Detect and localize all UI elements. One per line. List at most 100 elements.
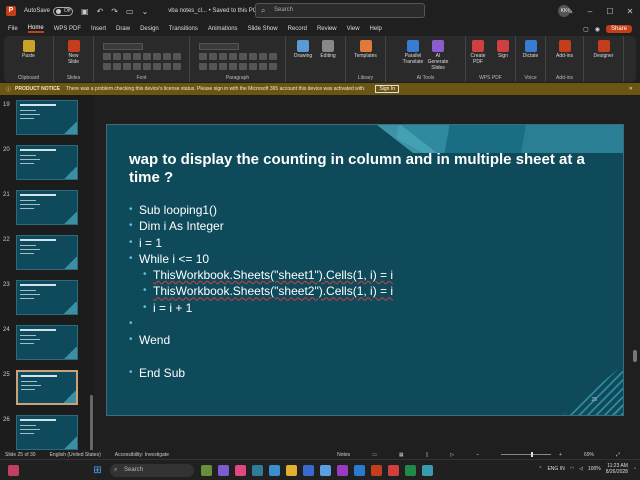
slide-thumbnail-22[interactable]: 22 [0,235,94,275]
close-icon[interactable]: ✕ [620,7,640,16]
canvas-scrollbar[interactable] [632,95,638,450]
accessibility-status[interactable]: Accessibility: Investigate [115,452,169,458]
format-control-icon[interactable] [142,63,151,70]
format-control-icon[interactable] [228,53,237,60]
zoom-out-icon[interactable]: – [476,452,479,458]
sorter-view-icon[interactable]: ▦ [399,452,404,458]
templates-button[interactable]: Templates [354,40,377,59]
document-title[interactable]: vba notes_cl... • Saved to this PC [168,8,257,14]
customize-icon[interactable]: ⌄ [142,7,149,16]
ai-generate-slides-button[interactable]: AI Generate Slides [427,40,449,71]
close-notice-icon[interactable]: ✕ [629,86,633,92]
tab-transitions[interactable]: Transitions [169,26,198,32]
minimize-icon[interactable]: – [580,7,600,16]
format-control-icon[interactable] [142,53,151,60]
tab-draw[interactable]: Draw [116,26,130,32]
thumbnail-preview[interactable] [16,415,78,450]
format-control-icon[interactable] [112,53,121,60]
record-icon[interactable]: ◉ [595,26,600,33]
excel-icon[interactable] [405,464,416,476]
fit-slide-icon[interactable]: ⤢ [616,452,620,458]
edge-icon[interactable] [269,464,280,476]
tab-review[interactable]: Review [317,26,337,32]
notification-icon[interactable]: ◔ [633,466,636,472]
dictate-button[interactable]: Dictate [520,40,542,59]
photos-icon[interactable] [422,464,433,476]
copilot-icon[interactable] [201,464,212,476]
format-control-icon[interactable] [152,53,161,60]
slide-thumbnail-23[interactable]: 23 [0,280,94,320]
slide-thumbnail-24[interactable]: 24 [0,325,94,365]
canvas-scroll-thumb[interactable] [633,350,637,362]
format-control-icon[interactable] [132,53,141,60]
tray-chevron-icon[interactable]: ⌃ [538,466,542,472]
store-icon[interactable] [320,464,331,476]
taskbar-search[interactable]: ⌕ Search [110,463,194,477]
format-control-icon[interactable] [248,53,257,60]
editing-button[interactable]: Editing [317,40,339,59]
zoom-in-icon[interactable]: + [559,452,562,458]
zoom-slider[interactable] [501,452,552,457]
sign-in-button[interactable]: Sign In [375,85,400,93]
save-icon[interactable]: ▣ [81,7,89,16]
format-control-icon[interactable] [102,53,111,60]
format-control-icon[interactable] [218,53,227,60]
thumbnail-preview[interactable] [16,235,78,270]
zoom-level[interactable]: 69% [584,452,594,458]
tab-insert[interactable]: Insert [91,26,106,32]
format-control-icon[interactable] [172,53,181,60]
format-control-icon[interactable] [238,63,247,70]
code-line[interactable]: • While i <= 10 [129,252,393,268]
slide-thumbnail-19[interactable]: 19 [0,100,94,140]
code-line[interactable]: • i = 1 [129,236,393,252]
thumbnail-preview[interactable] [16,190,78,225]
slide-thumbnail-20[interactable]: 20 [0,145,94,185]
share-button[interactable]: Share [605,25,632,33]
format-control-icon[interactable] [112,63,121,70]
tab-wps-pdf[interactable]: WPS PDF [54,26,81,32]
input-language[interactable]: ENG IN [547,466,564,472]
thumbnail-preview[interactable] [16,145,78,180]
new-slide-button[interactable]: New Slide [63,40,85,65]
slide-thumbnail-21[interactable]: 21 [0,190,94,230]
format-control-icon[interactable] [198,63,207,70]
tab-view[interactable]: View [347,26,360,32]
format-control-icon[interactable] [268,63,277,70]
code-line[interactable]: • Sub looping1() [129,203,393,219]
volume-icon[interactable]: ◁ [579,466,583,472]
reading-view-icon[interactable]: ▯ [426,452,429,458]
code-line[interactable]: • Wend [129,333,393,349]
pdf-icon[interactable] [388,464,399,476]
thumbnail-preview[interactable] [16,280,78,315]
format-control-icon[interactable] [228,63,237,70]
sign-button[interactable]: Sign [492,40,514,59]
drawing-button[interactable]: Drawing [292,40,314,59]
tab-file[interactable]: File [8,26,18,32]
format-control-icon[interactable] [258,63,267,70]
clock[interactable]: 11:23 AM 8/26/2028 [606,463,628,475]
tab-help[interactable]: Help [370,26,382,32]
tab-slide-show[interactable]: Slide Show [248,26,278,32]
slide-body[interactable]: • Sub looping1() • Dim i As Integer • i = 1 • W… [129,203,393,382]
notes-button[interactable]: Notes [337,452,350,458]
code-line[interactable]: • Dim i As Integer [129,219,393,235]
format-control-icon[interactable] [172,63,181,70]
browser-icon[interactable] [252,464,263,476]
maximize-icon[interactable]: ☐ [600,7,620,16]
slide-thumbnail-26[interactable]: 26 [0,415,94,450]
start-icon[interactable]: ⊞ [92,465,103,476]
outlook-icon[interactable] [303,464,314,476]
format-control-icon[interactable] [248,63,257,70]
format-control-icon[interactable] [122,63,131,70]
code-line[interactable] [129,350,393,366]
code-line[interactable]: • i = i + 1 [129,301,393,317]
slide-title[interactable]: wap to display the counting in column an… [129,151,609,187]
paste-button[interactable]: Paste [18,40,40,59]
format-control-icon[interactable] [218,63,227,70]
code-line[interactable]: • [129,317,393,333]
add-ins-button[interactable]: Add-ins [554,40,576,59]
format-control-icon[interactable] [102,63,111,70]
onenote-icon[interactable] [337,464,348,476]
current-slide[interactable]: wap to display the counting in column an… [106,124,624,416]
comments-icon[interactable]: ▢ [583,26,589,33]
